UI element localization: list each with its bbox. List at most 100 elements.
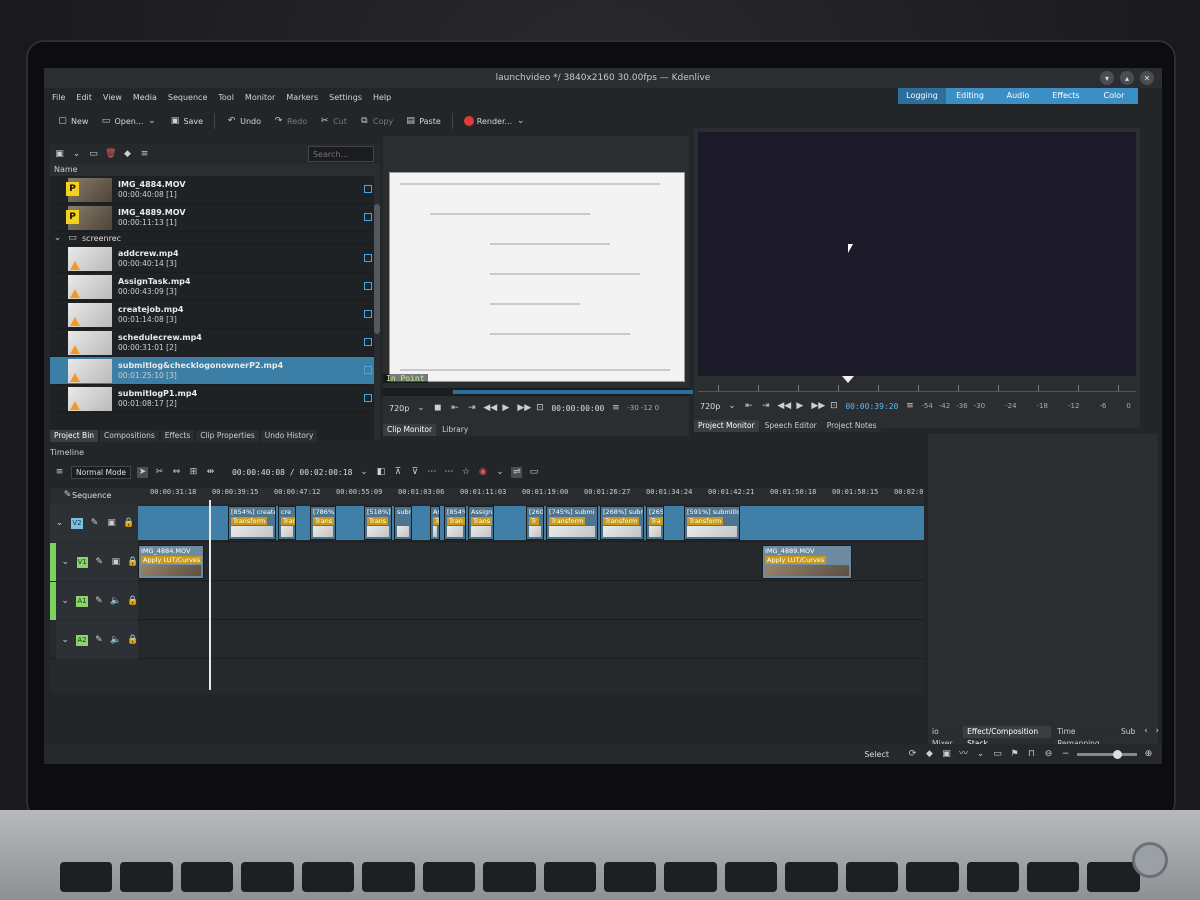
menu-tool[interactable]: Tool <box>218 93 234 102</box>
tab-compositions[interactable]: Compositions <box>100 430 159 442</box>
chevron-down-icon[interactable]: ⌄ <box>494 467 505 478</box>
layout-effects[interactable]: Effects <box>1042 88 1090 104</box>
close-icon[interactable]: ✕ <box>1140 71 1154 85</box>
subtitle-icon[interactable]: ▭ <box>528 467 539 478</box>
set-in-icon[interactable]: ⇤ <box>743 401 754 412</box>
list-item[interactable]: submitlog&checklogonownerP2.mp4 00:01:25:… <box>50 357 380 385</box>
track-name[interactable]: V2 <box>71 517 83 529</box>
tab-subtitles[interactable]: Sub <box>1117 726 1140 738</box>
rewind-icon[interactable]: ◀◀ <box>777 401 791 412</box>
composite-icon[interactable]: ◧ <box>375 467 386 478</box>
track-lane[interactable] <box>138 621 924 659</box>
menu-icon[interactable]: ≡ <box>54 467 65 478</box>
tab-project-notes[interactable]: Project Notes <box>822 420 881 432</box>
tab-effect-stack[interactable]: Effect/Composition Stack <box>963 726 1052 748</box>
timeline-playhead[interactable] <box>209 500 211 690</box>
pen-icon[interactable]: ✎ <box>89 518 100 529</box>
zoom-slider[interactable] <box>1077 749 1137 759</box>
record-icon[interactable]: ◉ <box>477 467 488 478</box>
timeline-clip[interactable]: Assign Trans <box>468 506 494 540</box>
rewind-icon[interactable]: ◀◀ <box>483 403 497 414</box>
tag-icon[interactable]: ◆ <box>924 749 935 760</box>
tab-clip-monitor[interactable]: Clip Monitor <box>383 424 437 436</box>
copy-button[interactable]: ⧉ Copy <box>356 114 396 129</box>
render-button[interactable]: Render... ⌄ <box>461 114 529 129</box>
favorite-icon[interactable]: ☆ <box>460 467 471 478</box>
tab-audio-mixer[interactable]: io Mixer <box>928 726 962 748</box>
track-name[interactable]: A2 <box>76 634 88 646</box>
open-button[interactable]: ▭ Open... ⌄ <box>97 114 160 129</box>
bin-scrollbar[interactable] <box>374 164 380 440</box>
refresh-icon[interactable]: ⟳ <box>907 749 918 760</box>
menu-edit[interactable]: Edit <box>76 93 92 102</box>
timeline-clip[interactable]: IMG_4884.MOV Apply LUT/Curves <box>138 545 204 579</box>
chevron-down-icon[interactable]: ⌄ <box>415 403 426 414</box>
pen-icon[interactable]: ✎ <box>94 596 104 607</box>
pen-icon[interactable]: ✎ <box>94 557 105 568</box>
track-name[interactable]: A1 <box>76 595 88 607</box>
timeline-clip[interactable]: creTrans <box>278 506 296 540</box>
timeline-clip[interactable]: IMG_4889.MOV Apply LUT/Curves <box>762 545 852 579</box>
menu-icon[interactable]: ≡ <box>139 149 150 160</box>
chevron-down-icon[interactable]: ⌄ <box>71 149 82 160</box>
timeline-clip[interactable]: [518%] Trans <box>364 506 392 540</box>
undo-button[interactable]: ↶ Undo <box>223 114 264 129</box>
monitor-playhead[interactable] <box>842 376 854 383</box>
cut-button[interactable]: ✂ Cut <box>316 114 350 129</box>
marker-icon[interactable]: ⚑ <box>1009 749 1020 760</box>
timeline-ruler[interactable]: ✎ Sequence 00:00:31:18 00:00:39:15 00:00:4… <box>50 488 924 504</box>
chevron-down-icon[interactable]: ⌄ <box>358 467 369 478</box>
timeline-clip[interactable]: AsTr <box>430 506 440 540</box>
project-monitor-ruler[interactable] <box>698 378 1136 392</box>
snap-icon[interactable]: ⊓ <box>1026 749 1037 760</box>
forward-icon[interactable]: ▶▶ <box>811 401 825 412</box>
timeline-clip[interactable]: [265 Tra <box>646 506 664 540</box>
maximize-icon[interactable]: ▴ <box>1120 71 1134 85</box>
paste-button[interactable]: ▤ Paste <box>402 114 444 129</box>
slip-tool-icon[interactable]: ⇹ <box>205 467 216 478</box>
chevron-left-icon[interactable]: ‹ <box>1141 726 1150 737</box>
play-icon[interactable]: ▶ <box>794 401 805 412</box>
tab-effects[interactable]: Effects <box>160 430 195 442</box>
set-out-icon[interactable]: ⇥ <box>760 401 771 412</box>
zoom-minus-icon[interactable]: − <box>1060 749 1071 760</box>
timeline-clip[interactable]: [854%]Tran <box>444 506 466 540</box>
timeline-clip[interactable]: [268%] subm Transform <box>600 506 644 540</box>
tag-icon[interactable]: ◆ <box>122 149 133 160</box>
insert-icon[interactable]: ⊼ <box>392 467 403 478</box>
chevron-right-icon[interactable]: › <box>1153 726 1162 737</box>
film-icon[interactable]: ▣ <box>111 557 122 568</box>
menu-help[interactable]: Help <box>373 93 391 102</box>
project-resolution-select[interactable]: 720p <box>700 402 720 411</box>
set-out-icon[interactable]: ⇥ <box>466 403 477 414</box>
list-item[interactable]: AssignTask.mp4 00:00:43:09 [3] <box>50 273 380 301</box>
pen-icon[interactable]: ✎ <box>94 635 104 646</box>
timeline-clip[interactable]: [260 Tr <box>526 506 544 540</box>
extract-icon[interactable]: ⋯ <box>443 467 454 478</box>
menu-sequence[interactable]: Sequence <box>168 93 207 102</box>
list-item[interactable]: P IMG_4889.MOV 00:00:11:13 [1] <box>50 204 380 232</box>
minimize-icon[interactable]: ▾ <box>1100 71 1114 85</box>
zoom-in-icon[interactable]: ⊕ <box>1143 749 1154 760</box>
track-lane[interactable] <box>138 582 924 620</box>
forward-icon[interactable]: ▶▶ <box>517 403 531 414</box>
stop-icon[interactable]: ◼ <box>432 403 443 414</box>
chevron-down-icon[interactable]: ⌄ <box>60 596 70 607</box>
timeline-clip[interactable]: [591%] submitlo Transform <box>684 506 740 540</box>
chevron-down-icon[interactable]: ⌄ <box>54 518 65 529</box>
menu-monitor[interactable]: Monitor <box>245 93 275 102</box>
track-lane[interactable]: [854%] createTransformcreTrans[786%]Tran… <box>138 504 924 542</box>
lock-icon[interactable]: 🔒 <box>127 596 138 607</box>
layout-audio[interactable]: Audio <box>994 88 1042 104</box>
menu-settings[interactable]: Settings <box>329 93 362 102</box>
view-mode-icon[interactable]: ▣ <box>54 149 65 160</box>
list-item[interactable]: schedulecrew.mp4 00:00:31:01 [2] <box>50 329 380 357</box>
redo-button[interactable]: ↷ Redo <box>270 114 310 129</box>
ripple-tool-icon[interactable]: ⊞ <box>188 467 199 478</box>
layout-color[interactable]: Color <box>1090 88 1138 104</box>
chevron-down-icon[interactable]: ⌄ <box>60 635 70 646</box>
track-lane[interactable]: IMG_4884.MOV Apply LUT/Curves IMG_4889.MOV… <box>138 543 924 581</box>
list-item[interactable]: addcrew.mp4 00:00:40:14 [3] <box>50 245 380 273</box>
lock-icon[interactable]: 🔒 <box>127 557 138 568</box>
zoom-out-icon[interactable]: ⊖ <box>1043 749 1054 760</box>
